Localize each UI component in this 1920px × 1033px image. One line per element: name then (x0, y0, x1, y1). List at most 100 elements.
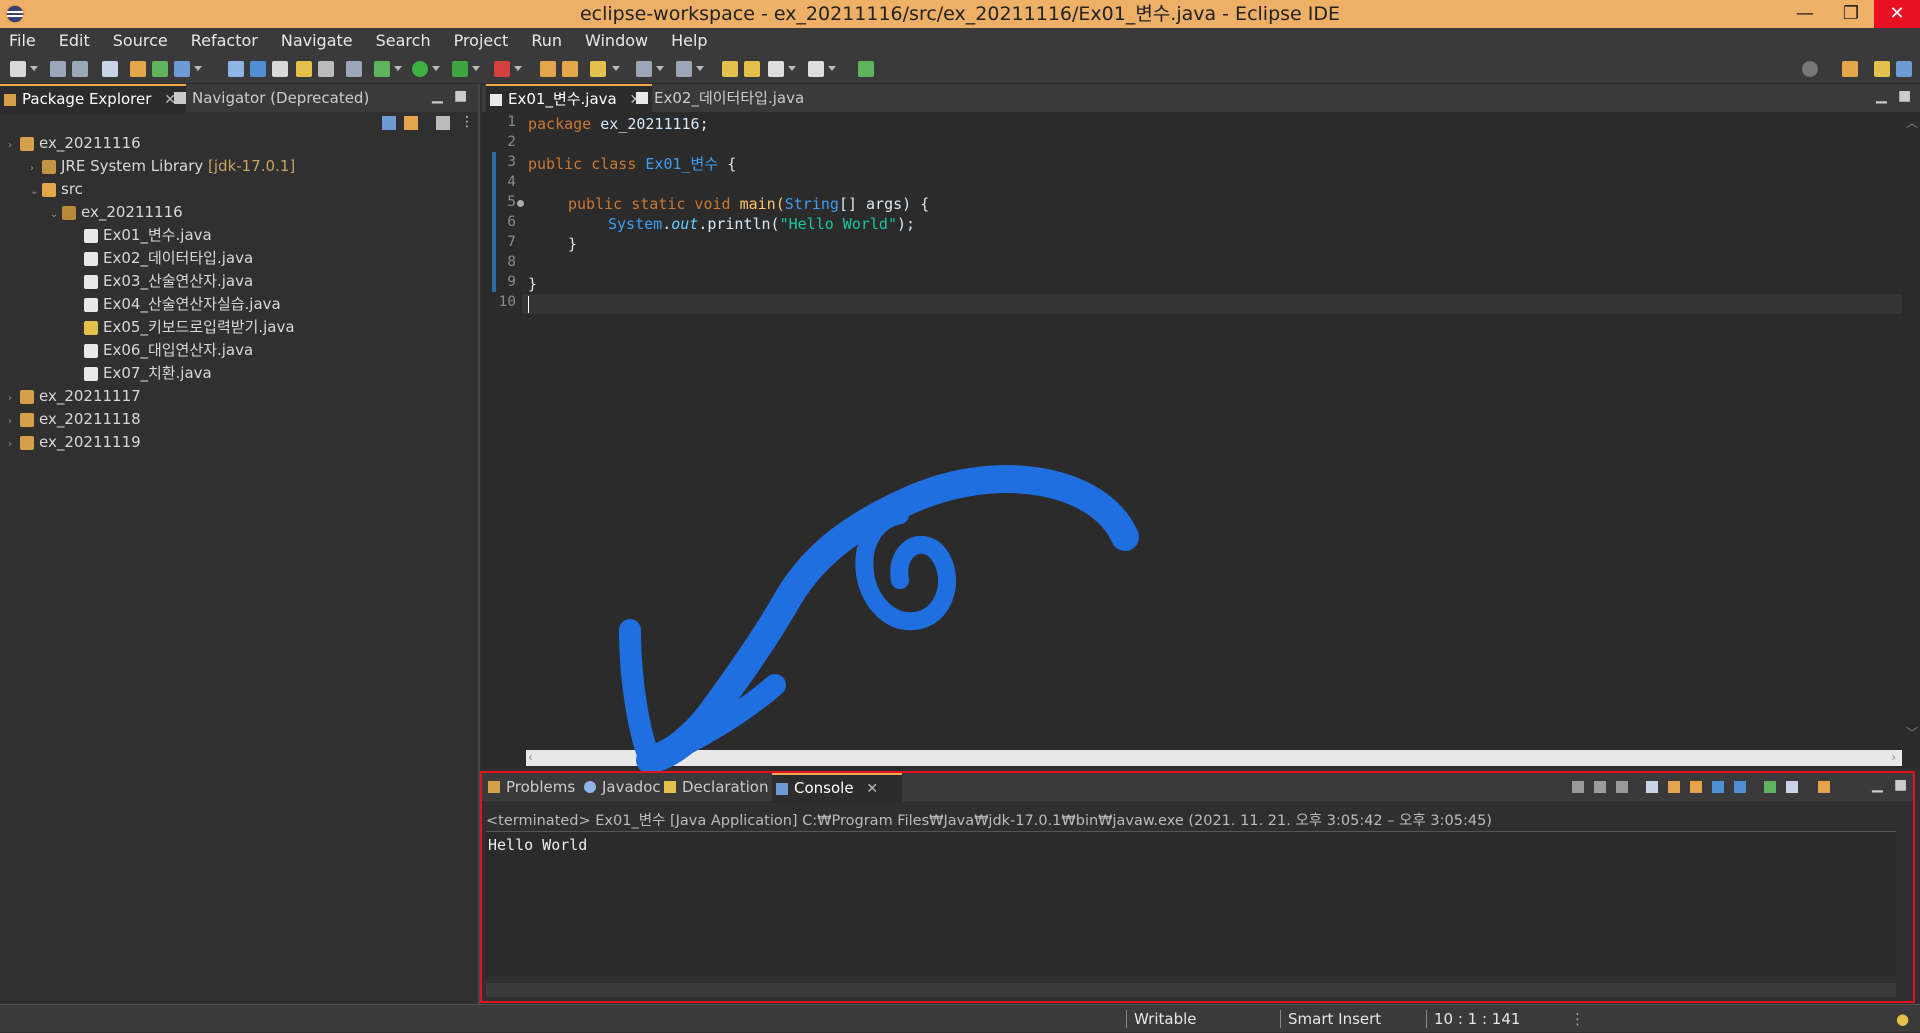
run-icon[interactable] (412, 61, 428, 77)
menu-window[interactable]: Window (576, 28, 662, 54)
open-console-icon[interactable] (1818, 781, 1830, 793)
expand-icon[interactable]: › (8, 434, 20, 456)
save-all-icon[interactable] (72, 61, 88, 77)
debug-dropdown-icon[interactable] (394, 66, 402, 71)
terminate-icon[interactable] (1572, 781, 1584, 793)
highlight-icon[interactable] (590, 61, 606, 77)
coverage-icon[interactable] (452, 61, 468, 77)
scroll-left-icon[interactable]: ‹ (528, 750, 533, 764)
next-annotation-dropdown-icon[interactable] (656, 66, 664, 71)
minimize-editor-icon[interactable]: ▁ (1876, 88, 1887, 104)
menu-project[interactable]: Project (445, 28, 523, 54)
coverage-dropdown-icon[interactable] (472, 66, 480, 71)
open-folder-icon[interactable] (540, 61, 556, 77)
fold-marker-icon[interactable] (517, 200, 524, 207)
minimize-view-icon[interactable]: ▁ (432, 88, 443, 104)
save-icon[interactable] (50, 61, 66, 77)
tree-item-file[interactable]: Ex07_치환.java (72, 362, 212, 384)
expand-icon[interactable]: › (8, 135, 20, 157)
tree-item-project[interactable]: › ex_20211118 (8, 408, 141, 430)
last-edit-icon[interactable] (722, 61, 738, 77)
highlight-dropdown-icon[interactable] (612, 66, 620, 71)
new-java-project-icon[interactable] (130, 61, 146, 77)
quick-access-search-icon[interactable] (1802, 61, 1818, 77)
tab-ex01[interactable]: Ex01_변수.java ✕ (486, 84, 652, 114)
back-icon[interactable] (768, 61, 784, 77)
open-type-icon[interactable] (228, 61, 244, 77)
menu-search[interactable]: Search (367, 28, 445, 54)
menu-refactor[interactable]: Refactor (182, 28, 272, 54)
tree-item-file[interactable]: Ex04_산술연산자실습.java (72, 293, 281, 315)
console-horizontal-scrollbar[interactable] (486, 983, 1896, 997)
word-wrap-icon[interactable] (1690, 781, 1702, 793)
scroll-right-icon[interactable]: › (1891, 750, 1896, 764)
collapse-all-icon[interactable] (382, 116, 396, 130)
menu-source[interactable]: Source (104, 28, 182, 54)
editor-vertical-scrollbar[interactable]: ︿ ﹀ (1902, 112, 1920, 744)
expand-icon[interactable]: ⌄ (50, 204, 62, 226)
expand-icon[interactable]: ⌄ (30, 181, 42, 203)
tree-item-src[interactable]: ⌄ src (30, 178, 83, 200)
new-icon[interactable] (10, 61, 26, 77)
external-tools-icon[interactable] (494, 61, 510, 77)
tab-console[interactable]: Console ✕ (772, 773, 902, 803)
scroll-lock-icon[interactable] (1668, 781, 1680, 793)
debug-icon[interactable] (374, 61, 390, 77)
minimize-button[interactable]: — (1782, 0, 1828, 28)
tip-lightbulb-icon[interactable]: ● (1896, 1005, 1909, 1033)
maximize-view-icon[interactable]: ■ (454, 88, 467, 104)
tree-item-package[interactable]: ⌄ ex_20211116 (50, 201, 183, 223)
open-task-icon[interactable] (562, 61, 578, 77)
insert-mode-status[interactable]: Smart Insert (1288, 1005, 1381, 1033)
back-dropdown-icon[interactable] (788, 66, 796, 71)
show-on-stdout-icon[interactable] (1712, 781, 1724, 793)
menu-edit[interactable]: Edit (50, 28, 104, 54)
show-on-stderr-icon[interactable] (1734, 781, 1746, 793)
maximize-button[interactable]: ❐ (1828, 0, 1874, 28)
link-with-editor-icon[interactable] (404, 116, 418, 130)
tab-ex02[interactable]: Ex02_데이터타입.java (632, 84, 834, 112)
prev-annotation-dropdown-icon[interactable] (696, 66, 704, 71)
new-class-icon[interactable] (174, 61, 190, 77)
minimize-console-icon[interactable]: ▁ (1872, 777, 1883, 793)
open-perspective-icon[interactable] (1842, 61, 1858, 77)
forward-icon[interactable] (808, 61, 824, 77)
close-tab-icon[interactable]: ✕ (858, 781, 878, 797)
next-annotation-icon[interactable] (636, 61, 652, 77)
new-dropdown-icon[interactable] (30, 66, 38, 71)
pin-console-icon[interactable] (1764, 781, 1776, 793)
open-console-icon[interactable] (102, 61, 118, 77)
tree-item-project[interactable]: › ex_20211116 (8, 132, 141, 154)
display-console-icon[interactable] (1786, 781, 1798, 793)
maximize-console-icon[interactable]: ■ (1894, 777, 1907, 793)
expand-icon[interactable]: › (8, 411, 20, 433)
scroll-down-icon[interactable]: ﹀ (1906, 724, 1918, 741)
remove-launch-icon[interactable] (1594, 781, 1606, 793)
expand-icon[interactable]: › (30, 158, 42, 180)
new-package-icon[interactable] (152, 61, 168, 77)
menu-file[interactable]: File (0, 28, 50, 54)
tree-item-file[interactable]: Ex03_산술연산자.java (72, 270, 253, 292)
status-more-icon[interactable]: ⋮ (1570, 1005, 1585, 1033)
toggle-mark-icon[interactable] (272, 61, 288, 77)
tab-navigator[interactable]: Navigator (Deprecated) (170, 84, 392, 112)
toggle-block-icon[interactable] (296, 61, 312, 77)
tree-item-file[interactable]: Ex01_변수.java (72, 224, 212, 246)
prev-annotation-icon[interactable] (676, 61, 692, 77)
menu-navigate[interactable]: Navigate (272, 28, 367, 54)
external-tools-dropdown-icon[interactable] (514, 66, 522, 71)
tree-item-file[interactable]: Ex05_키보드로입력받기.java (72, 316, 295, 338)
new-class-dropdown-icon[interactable] (194, 66, 202, 71)
view-menu-icon[interactable]: ⋮ (460, 114, 474, 130)
maximize-editor-icon[interactable]: ■ (1898, 88, 1911, 104)
forward-history-icon[interactable] (744, 61, 760, 77)
remove-all-terminated-icon[interactable] (1616, 781, 1628, 793)
console-output[interactable]: Hello World (486, 831, 1896, 977)
show-whitespace-icon[interactable] (318, 61, 334, 77)
pilcrow-icon[interactable] (346, 61, 362, 77)
menu-run[interactable]: Run (522, 28, 576, 54)
pin-editor-icon[interactable] (858, 61, 874, 77)
tree-item-project[interactable]: › ex_20211119 (8, 431, 141, 453)
tree-item-jre-library[interactable]: › JRE System Library [jdk-17.0.1] (30, 155, 295, 177)
clear-console-icon[interactable] (1646, 781, 1658, 793)
